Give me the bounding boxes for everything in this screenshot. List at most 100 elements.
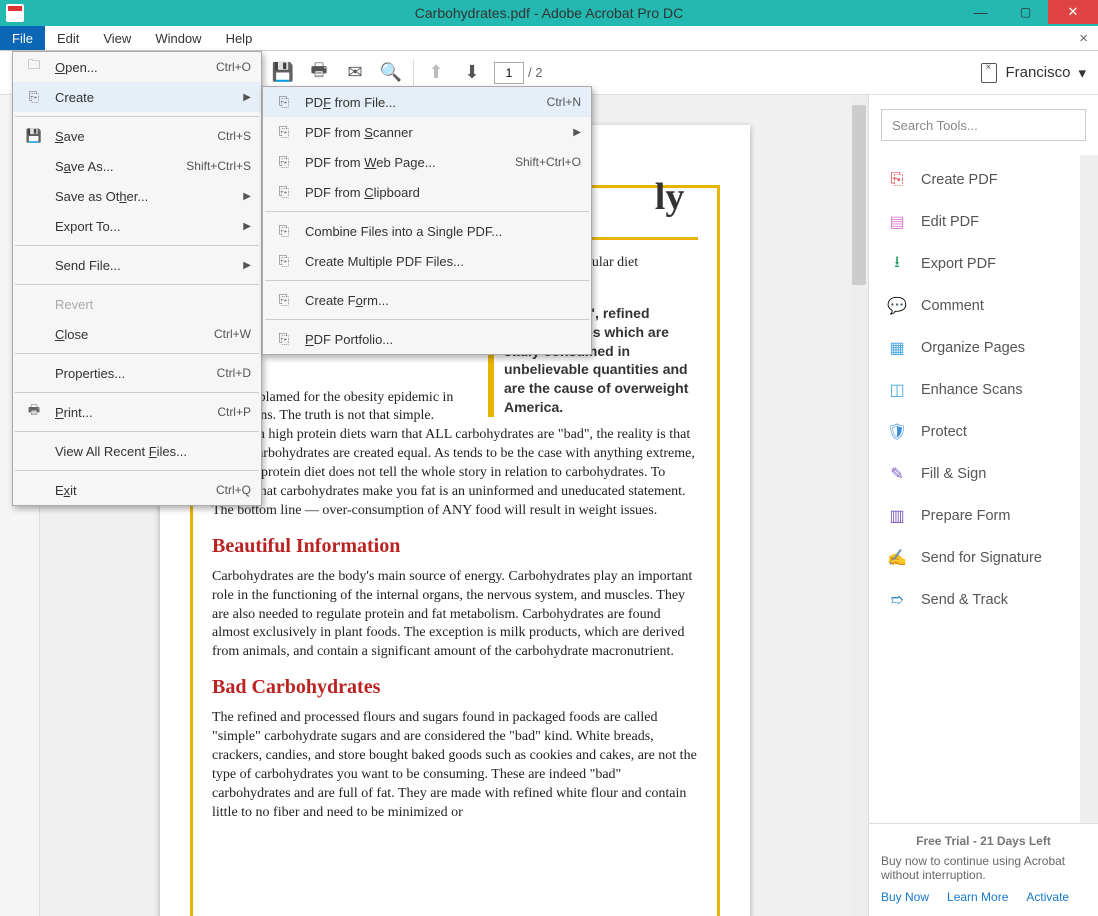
tool-create-pdf[interactable]: ⎘Create PDF [869, 159, 1080, 201]
file-menu-item-print[interactable]: 🖶Print...Ctrl+P [13, 397, 261, 427]
tools-list: ⎘Create PDF▤Edit PDF⭳Export PDF💬Comment▦… [869, 155, 1080, 823]
menu-item-icon: 🗀 [23, 58, 45, 76]
account-menu[interactable]: Francisco ▾ [981, 63, 1086, 83]
file-menu-item-close[interactable]: CloseCtrl+W [13, 319, 261, 349]
menu-item-shortcut: Ctrl+P [217, 405, 251, 419]
menu-item-shortcut: Ctrl+O [216, 60, 251, 74]
tool-comment[interactable]: 💬Comment [869, 285, 1080, 327]
create-menu-item-pdf-from-clipboard[interactable]: ⎘PDF from Clipboard [263, 177, 591, 207]
menu-window[interactable]: Window [143, 26, 213, 50]
separator [265, 319, 589, 320]
menu-item-icon: 💾 [23, 127, 45, 145]
doc-scrollbar[interactable] [850, 95, 868, 916]
tool-icon: ⭳ [887, 254, 907, 274]
create-menu-item-pdf-from-scanner[interactable]: ⎘PDF from Scanner▶ [263, 117, 591, 147]
create-menu-item-pdf-from-web-page[interactable]: ⎘PDF from Web Page...Shift+Ctrl+O [263, 147, 591, 177]
menu-item-label: Save as Other... [55, 189, 233, 204]
tool-label: Edit PDF [921, 214, 979, 230]
file-menu-item-view-all-recent-files[interactable]: View All Recent Files... [13, 436, 261, 466]
create-submenu-dropdown: ⎘ PDF from File... Ctrl+N ⎘PDF from Scanner… [262, 86, 592, 355]
separator [265, 211, 589, 212]
create-menu-item-create-multiple-pdf-files[interactable]: ⎘Create Multiple PDF Files... [263, 246, 591, 276]
tool-label: Protect [921, 424, 967, 440]
tool-send-for-signature[interactable]: ✍Send for Signature [869, 537, 1080, 579]
menu-item-label: PDF from Clipboard [305, 185, 581, 200]
link-learn-more[interactable]: Learn More [947, 890, 1008, 904]
tool-fill-sign[interactable]: ✎Fill & Sign [869, 453, 1080, 495]
menu-item-label: Save [55, 129, 207, 144]
file-menu-item-save-as[interactable]: Save As...Shift+Ctrl+S [13, 151, 261, 181]
tool-icon: ✍ [887, 548, 907, 568]
file-menu-item-export-to[interactable]: Export To...▶ [13, 211, 261, 241]
link-activate[interactable]: Activate [1026, 890, 1069, 904]
menu-item-label: Properties... [55, 366, 207, 381]
menu-item-label: Send File... [55, 258, 233, 273]
menu-item-icon [23, 442, 45, 460]
menu-item-label: Create Form... [305, 293, 581, 308]
tool-prepare-form[interactable]: ▥Prepare Form [869, 495, 1080, 537]
tool-export-pdf[interactable]: ⭳Export PDF [869, 243, 1080, 285]
file-menu-item-save-as-other[interactable]: Save as Other...▶ [13, 181, 261, 211]
tool-label: Enhance Scans [921, 382, 1023, 398]
create-menu-item-combine-files-into-a-single-pdf[interactable]: ⎘Combine Files into a Single PDF... [263, 216, 591, 246]
heading-c: Bad Carbohydrates [212, 676, 698, 699]
menu-help[interactable]: Help [214, 26, 265, 50]
file-menu-item-send-file[interactable]: Send File...▶ [13, 250, 261, 280]
page-total-label: / 2 [528, 65, 542, 80]
file-menu-item-revert: Revert [13, 289, 261, 319]
menu-item-icon: ⎘ [273, 330, 295, 348]
tool-icon: ➱ [887, 590, 907, 610]
heading-b: Beautiful Information [212, 535, 698, 558]
menu-item-label: Close [55, 327, 204, 342]
close-document-button[interactable]: × [1069, 26, 1098, 50]
search-tools-input[interactable]: Search Tools... [881, 109, 1086, 141]
tool-label: Fill & Sign [921, 466, 986, 482]
link-buy-now[interactable]: Buy Now [881, 890, 929, 904]
menu-file[interactable]: File [0, 26, 45, 50]
separator [15, 470, 259, 471]
search-placeholder: Search Tools... [892, 118, 978, 133]
tool-protect[interactable]: 🛡Protect [869, 411, 1080, 453]
separator [15, 431, 259, 432]
tool-icon: ▤ [887, 212, 907, 232]
tool-organize-pages[interactable]: ▦ Organize Pages [869, 327, 1080, 369]
menu-edit[interactable]: Edit [45, 26, 91, 50]
device-icon [981, 63, 997, 83]
separator [15, 116, 259, 117]
tool-icon: ▦ [887, 338, 907, 358]
create-menu-item-pdf-from-file[interactable]: ⎘PDF from File...Ctrl+N [263, 87, 591, 117]
close-button[interactable] [1048, 0, 1098, 24]
menu-item-icon: 🖶 [23, 403, 45, 421]
account-name: Francisco [1005, 64, 1070, 81]
tool-enhance-scans[interactable]: ◫Enhance Scans [869, 369, 1080, 411]
tool-send-track[interactable]: ➱Send & Track [869, 579, 1080, 621]
menu-item-label: PDF from File... [305, 95, 537, 110]
menu-bar: File Edit View Window Help × [0, 26, 1098, 51]
file-menu-item-exit[interactable]: ExitCtrl+Q [13, 475, 261, 505]
create-menu-item-pdf-portfolio[interactable]: ⎘PDF Portfolio... [263, 324, 591, 354]
menu-view[interactable]: View [91, 26, 143, 50]
file-menu-dropdown: 🗀Open...Ctrl+O⎘Create▶💾SaveCtrl+SSave As… [12, 51, 262, 506]
menu-item-label: Open... [55, 60, 206, 75]
trial-headline: Free Trial - 21 Days Left [881, 834, 1086, 848]
tool-edit-pdf[interactable]: ▤ Edit PDF [869, 201, 1080, 243]
tool-label: Organize Pages [921, 340, 1025, 356]
separator [413, 60, 414, 86]
menu-item-label: Create Multiple PDF Files... [305, 254, 581, 269]
separator [15, 245, 259, 246]
separator [15, 392, 259, 393]
file-menu-item-properties[interactable]: Properties...Ctrl+D [13, 358, 261, 388]
create-menu-item-create-form[interactable]: ⎘Create Form... [263, 285, 591, 315]
file-menu-item-create[interactable]: ⎘Create▶ [13, 82, 261, 112]
minimize-button[interactable] [958, 0, 1003, 24]
file-menu-item-save[interactable]: 💾SaveCtrl+S [13, 121, 261, 151]
window-title: Carbohydrates.pdf - Adobe Acrobat Pro DC [415, 5, 683, 21]
maximize-button[interactable] [1003, 0, 1048, 24]
rightpanel-scrollbar[interactable] [1080, 155, 1098, 823]
menu-item-shortcut: Ctrl+N [547, 95, 581, 109]
page-number-input[interactable] [494, 62, 524, 84]
menu-item-icon [23, 481, 45, 499]
menu-item-label: Exit [55, 483, 206, 498]
para4: Carbohydrates are the body's main source… [212, 568, 698, 662]
file-menu-item-open[interactable]: 🗀 Open... Ctrl+O [13, 52, 261, 82]
